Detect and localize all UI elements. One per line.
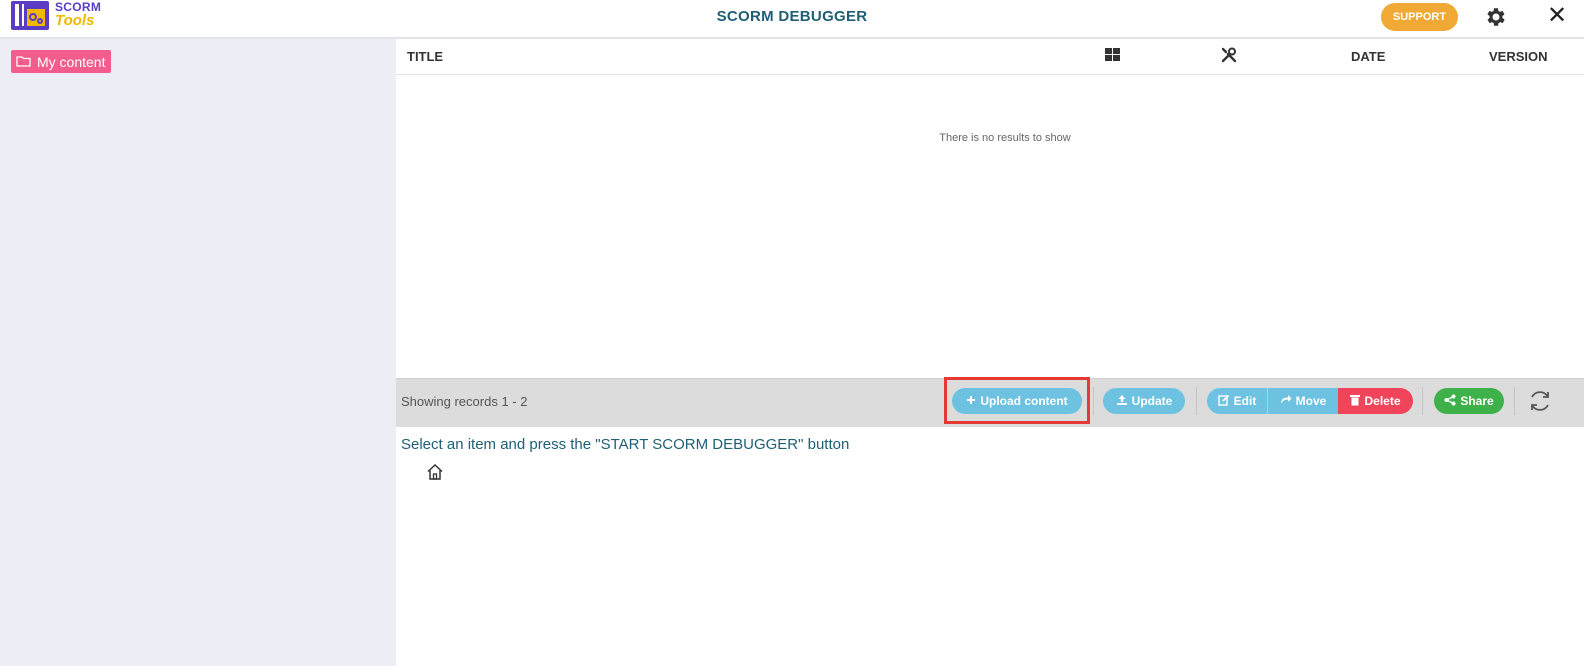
folder-icon <box>16 54 31 70</box>
column-title[interactable]: TITLE <box>407 49 443 64</box>
share-button[interactable]: Share <box>1434 388 1504 414</box>
plus-icon <box>966 394 976 408</box>
column-date[interactable]: DATE <box>1351 49 1385 64</box>
app-title: SCORM DEBUGGER <box>716 8 868 25</box>
column-version[interactable]: VERSION <box>1489 49 1548 64</box>
upload-content-button[interactable]: Upload content <box>952 388 1082 414</box>
table-header: TITLE DATE VERSION <box>396 39 1584 75</box>
sidebar-item-label: My content <box>37 53 106 70</box>
move-button[interactable]: Move <box>1268 388 1338 414</box>
update-button[interactable]: Update <box>1103 388 1185 414</box>
records-count: Showing records 1 - 2 <box>401 394 528 409</box>
share-label: Share <box>1460 394 1494 408</box>
home-icon[interactable] <box>426 463 444 481</box>
delete-label: Delete <box>1364 394 1401 408</box>
empty-results-message: There is no results to show <box>939 132 1071 144</box>
edit-label: Edit <box>1233 394 1257 408</box>
toolbar-divider <box>1514 387 1515 415</box>
grid-icon[interactable] <box>1105 48 1120 65</box>
move-label: Move <box>1295 394 1327 408</box>
upload-arrow-icon <box>1116 394 1128 409</box>
update-label: Update <box>1131 394 1173 408</box>
toolbar-divider <box>1422 387 1423 415</box>
support-button[interactable]: SUPPORT <box>1381 3 1458 31</box>
toolbar-divider <box>1093 387 1094 415</box>
edit-icon <box>1217 394 1230 409</box>
close-icon[interactable]: ✕ <box>1545 2 1569 30</box>
main-content: TITLE DATE VERSION There is no results t… <box>396 39 1584 666</box>
trash-icon <box>1350 394 1361 409</box>
instruction-text: Select an item and press the "START SCOR… <box>401 436 850 453</box>
upload-content-label: Upload content <box>980 394 1068 408</box>
settings-gear-icon[interactable] <box>1484 5 1508 29</box>
delete-button[interactable]: Delete <box>1338 388 1413 414</box>
refresh-icon[interactable] <box>1527 388 1553 414</box>
toolbar-divider <box>1196 387 1197 415</box>
sidebar-item-my-content[interactable]: My content <box>11 50 112 73</box>
sidebar: My content <box>0 39 396 666</box>
move-arrow-icon <box>1280 394 1292 408</box>
table-footer-toolbar: Showing records 1 - 2 Upload content Upd… <box>396 377 1584 427</box>
edit-button[interactable]: Edit <box>1207 388 1268 414</box>
tools-icon[interactable] <box>1221 47 1237 66</box>
top-bar: SCORM Tools SCORM DEBUGGER SUPPORT ✕ <box>0 0 1584 39</box>
edit-move-delete-group: Edit Move Delete <box>1207 388 1413 414</box>
share-icon <box>1444 394 1456 409</box>
